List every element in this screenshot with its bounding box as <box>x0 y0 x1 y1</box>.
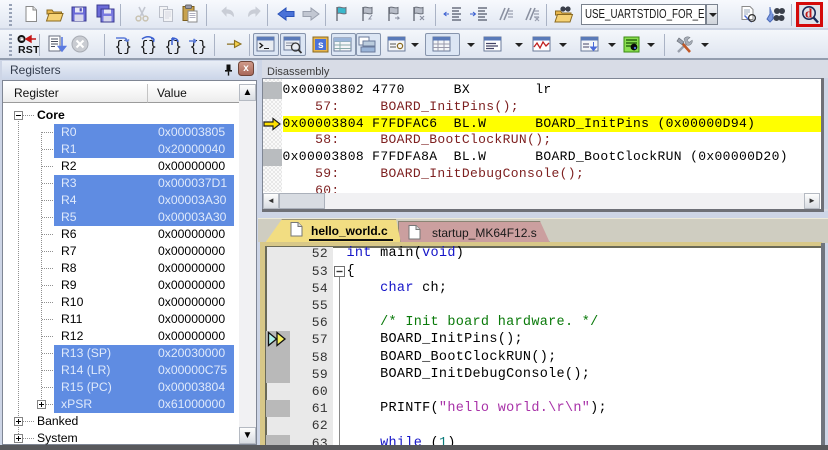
svg-text:{}: {} <box>115 40 132 55</box>
svg-text:RST: RST <box>18 44 40 56</box>
svg-text:{}: {} <box>140 40 157 55</box>
svg-text:{}: {} <box>165 40 182 55</box>
svg-text:{}: {} <box>190 40 207 55</box>
svg-text:s: s <box>318 40 324 51</box>
